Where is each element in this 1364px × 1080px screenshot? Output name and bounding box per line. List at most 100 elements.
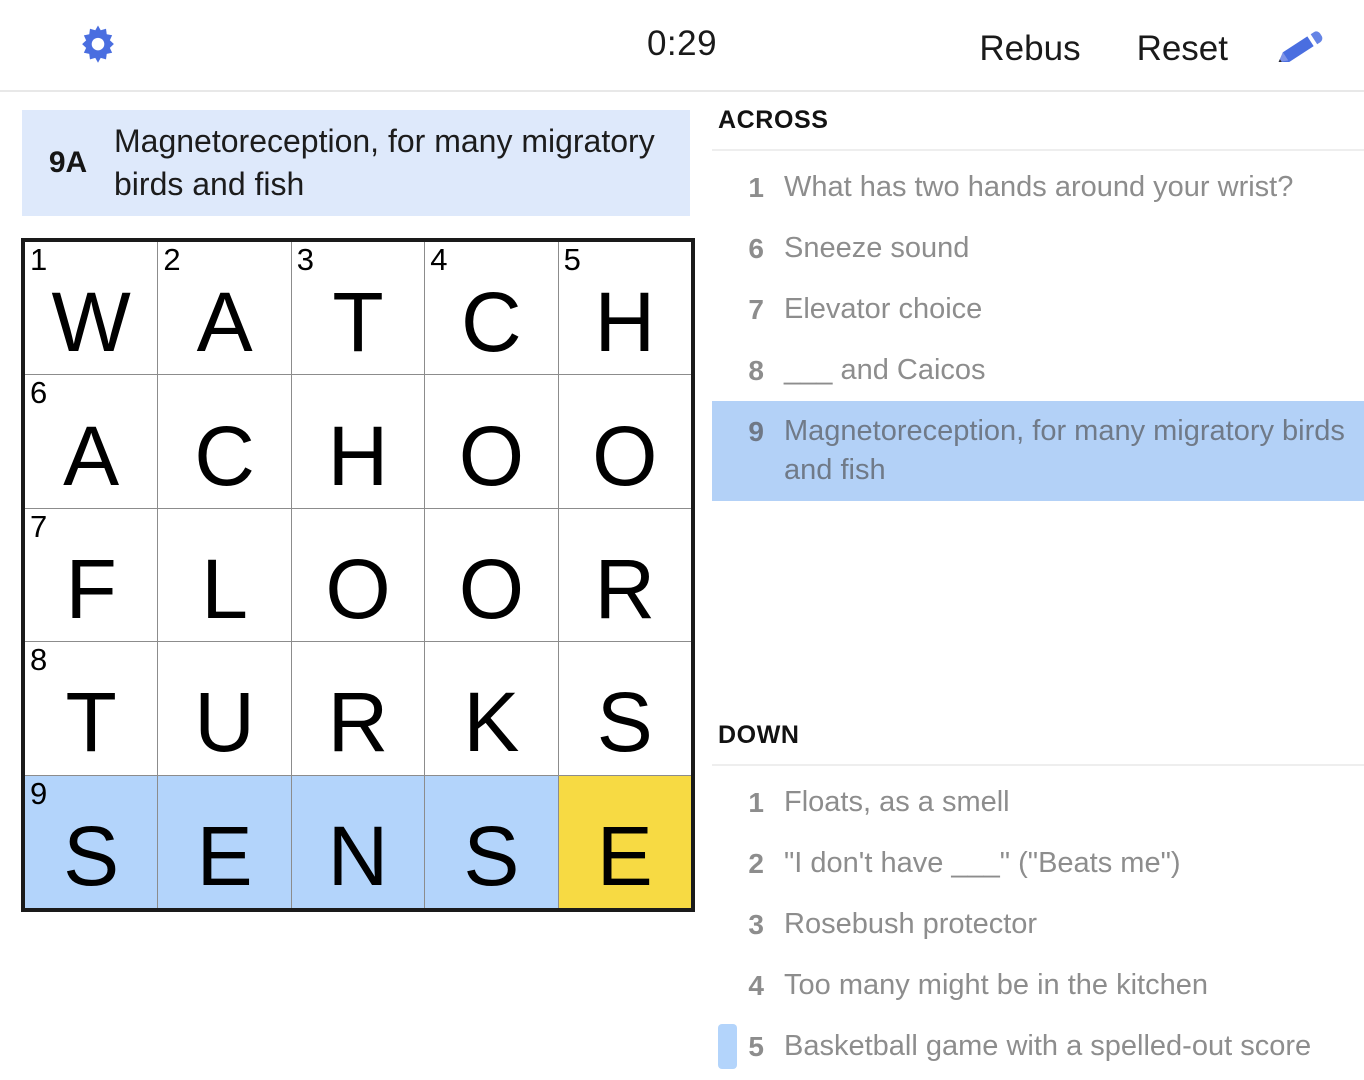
down-divider (712, 764, 1364, 766)
clue-item[interactable]: 3 Rosebush protector (712, 894, 1364, 955)
grid-cell-letter: O (458, 408, 525, 503)
grid-cell[interactable]: L (158, 508, 291, 642)
clue-text: Too many might be in the kitchen (784, 969, 1208, 1001)
current-clue-banner[interactable]: 9A Magnetoreception, for many migratory … (22, 110, 690, 216)
crossword-grid[interactable]: 1W2A3T4C5H6ACHOO7FLOOR8TURKS9SENSE (21, 238, 695, 912)
main-area: 9A Magnetoreception, for many migratory … (0, 92, 1364, 1080)
clue-text: Basketball game with a spelled-out score (784, 1030, 1312, 1062)
grid-cell[interactable]: 2A (158, 242, 291, 375)
grid-cell[interactable]: E (158, 775, 291, 908)
clue-text: Floats, as a smell (784, 786, 1010, 818)
grid-cell-letter: S (463, 808, 520, 903)
grid-cell[interactable]: 6A (25, 375, 158, 508)
clue-item[interactable]: 6 Sneeze sound (712, 218, 1364, 279)
grid-cell-letter: L (201, 541, 248, 636)
grid-cell[interactable]: 5H (558, 242, 691, 375)
grid-cell-letter: R (594, 541, 656, 636)
grid-cell-letter: H (594, 275, 656, 370)
grid-cell[interactable]: O (291, 508, 425, 642)
grid-cell-letter: S (63, 808, 120, 903)
clue-item[interactable]: 7 Elevator choice (712, 279, 1364, 340)
grid-cell[interactable]: K (425, 642, 558, 775)
across-heading: ACROSS (718, 106, 829, 134)
grid-cell[interactable]: 1W (25, 242, 158, 375)
grid-cell-letter: O (592, 408, 658, 503)
grid-cell[interactable]: S (558, 642, 691, 775)
clue-item[interactable]: 5 Basketball game with a spelled-out scor… (712, 1016, 1364, 1077)
down-section: DOWN 1 Floats, as a smell 2 "I don't have _… (712, 707, 1364, 1077)
clue-text: Rosebush protector (784, 908, 1038, 940)
clue-number: 4 (748, 970, 764, 1001)
clue-item[interactable]: 4 Too many might be in the kitchen (712, 955, 1364, 1016)
grid-cell-letter: U (194, 675, 255, 770)
grid-cell-letter: K (463, 675, 520, 770)
grid-cell[interactable]: N (291, 775, 425, 908)
clue-text: Sneeze sound (784, 232, 970, 264)
grid-cell[interactable]: C (158, 375, 291, 508)
toolbar: 0:29 Rebus Reset (0, 0, 1364, 92)
grid-cell[interactable]: 4C (425, 242, 558, 375)
grid-cell-letter: C (194, 408, 255, 503)
rebus-button[interactable]: Rebus (951, 22, 1108, 76)
toolbar-actions: Rebus Reset (951, 22, 1328, 76)
grid-cell[interactable]: E (558, 775, 691, 908)
clue-item[interactable]: 1 Floats, as a smell (712, 772, 1364, 833)
clue-item[interactable]: 8 ___ and Caicos (712, 340, 1364, 401)
down-heading: DOWN (718, 721, 800, 749)
grid-cell[interactable]: 9S (25, 775, 158, 908)
grid-cell-letter: O (458, 541, 525, 636)
across-clue-list: 1 What has two hands around your wrist? 6 S… (712, 157, 1364, 501)
grid-cell[interactable]: U (158, 642, 291, 775)
clue-number: 8 (748, 355, 764, 386)
clue-number: 2 (748, 848, 764, 879)
grid-cell-letter: R (327, 675, 389, 770)
grid-cell-letter: E (596, 808, 653, 903)
current-clue-text: Magnetoreception, for many migratory bir… (114, 123, 655, 202)
grid-cell[interactable]: 3T (291, 242, 425, 375)
clue-number: 6 (748, 233, 764, 264)
reset-button[interactable]: Reset (1109, 22, 1256, 76)
clue-text: What has two hands around your wrist? (784, 171, 1294, 203)
grid-cell[interactable]: S (425, 775, 558, 908)
clue-number: 1 (748, 787, 764, 818)
grid-cell-letter: W (51, 275, 131, 370)
grid-cell[interactable]: H (291, 375, 425, 508)
grid-cell[interactable]: R (291, 642, 425, 775)
puzzle-pane: 9A Magnetoreception, for many migratory … (0, 92, 712, 912)
grid-cell-letter: A (63, 408, 120, 503)
clue-number: 9 (748, 416, 764, 447)
grid-cell[interactable]: O (558, 375, 691, 508)
clue-number: 1 (748, 172, 764, 203)
grid-cell[interactable]: 8T (25, 642, 158, 775)
clue-item[interactable]: 1 What has two hands around your wrist? (712, 157, 1364, 218)
clue-item[interactable]: 2 "I don't have ___" ("Beats me") (712, 833, 1364, 894)
clue-text: ___ and Caicos (784, 354, 986, 386)
crossword-grid-wrapper: 1W2A3T4C5H6ACHOO7FLOOR8TURKS9SENSE (21, 238, 712, 912)
clue-number: 7 (748, 294, 764, 325)
clue-item[interactable]: 9 Magnetoreception, for many migratory bi… (712, 401, 1364, 501)
clue-text: "I don't have ___" ("Beats me") (784, 847, 1181, 879)
grid-cell-letter: O (325, 541, 391, 636)
pencil-icon[interactable] (1272, 23, 1328, 75)
across-divider (712, 149, 1364, 151)
clue-cross-highlight-bar (718, 1024, 737, 1069)
grid-cell-letter: A (196, 275, 253, 370)
grid-cell-letter: F (65, 541, 117, 636)
grid-cell[interactable]: O (425, 508, 558, 642)
down-clue-list: 1 Floats, as a smell 2 "I don't have ___" (… (712, 772, 1364, 1077)
grid-cell-letter: C (461, 275, 522, 370)
current-clue-number: 9A (48, 146, 88, 179)
grid-cell[interactable]: R (558, 508, 691, 642)
grid-cell-letter: H (327, 408, 389, 503)
grid-cell-letter: T (65, 675, 117, 770)
grid-cell-letter: N (327, 808, 389, 903)
grid-cell[interactable]: 7F (25, 508, 158, 642)
grid-cell-letter: S (596, 675, 653, 770)
clue-lists-pane: ACROSS 1 What has two hands around your w… (712, 92, 1364, 1080)
clue-text: Elevator choice (784, 293, 983, 325)
across-section: ACROSS 1 What has two hands around your w… (712, 106, 1364, 501)
grid-cell-letter: T (332, 275, 384, 370)
grid-cell-letter: E (196, 808, 253, 903)
grid-cell[interactable]: O (425, 375, 558, 508)
